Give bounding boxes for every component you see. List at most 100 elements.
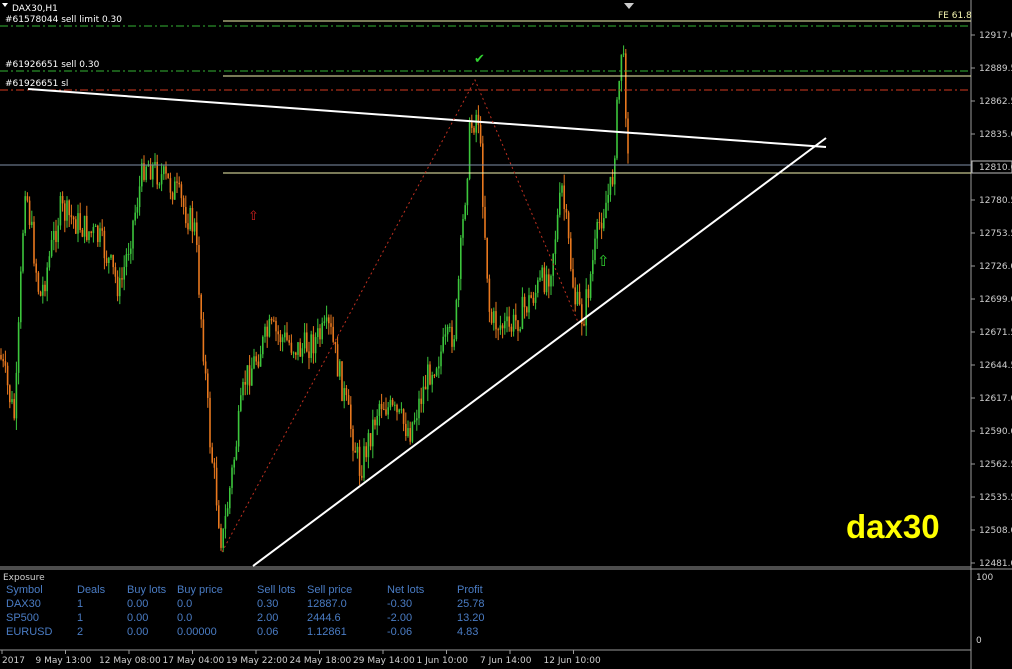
candle-body (431, 375, 433, 385)
time-tick-label: 17 May 04:00 (163, 656, 225, 666)
candle-body (376, 415, 378, 426)
exposure-header-cell[interactable]: Sell lots (257, 583, 307, 597)
exposure-cell: -0.30 (387, 598, 413, 610)
candle-body (288, 340, 290, 343)
candle-body (499, 325, 502, 330)
candle-body (215, 467, 218, 506)
candle-body (383, 409, 385, 411)
candle-body (189, 207, 191, 230)
candle-body (222, 528, 224, 548)
candle-body (554, 239, 557, 254)
candle-body (611, 176, 614, 185)
exposure-cell: 0.00 (127, 626, 149, 638)
candle-body (517, 320, 519, 331)
table-row[interactable]: DAX30 1 0.00 0.0 0.30 12887.0 -0.30 25.78 (6, 597, 517, 611)
time-tick-label: 8 May 2017 (0, 656, 25, 666)
candle-body (600, 222, 603, 229)
exposure-header-cell[interactable]: Buy lots (127, 583, 177, 597)
candle-body (583, 324, 585, 326)
candle-body (574, 287, 576, 305)
exposure-cell: 0.30 (257, 598, 279, 610)
candle-body (9, 385, 11, 403)
candle-body (325, 317, 328, 322)
candle-body (103, 230, 106, 259)
candle-body (277, 331, 279, 335)
price-tick-label: 12590.0 (979, 427, 1012, 437)
candle-body (310, 334, 312, 358)
candle-body (160, 174, 163, 185)
candle-body (266, 326, 268, 337)
candle-body (501, 325, 504, 329)
candle-body (391, 399, 394, 405)
candle-body (275, 320, 277, 332)
exposure-cell: EURUSD (6, 626, 53, 638)
candle-body (510, 326, 513, 332)
table-row[interactable]: EURUSD 2 0.00 0.00000 0.06 1.12861 -0.06 4.83 (6, 625, 517, 639)
candle-body (145, 166, 147, 180)
candle-body (512, 314, 515, 332)
candle-body (493, 311, 495, 323)
candle-body (374, 419, 376, 426)
candle-body (378, 403, 381, 416)
candle-body (211, 447, 213, 463)
candle-body (158, 184, 161, 186)
up-arrow-icon: ⇧ (597, 252, 610, 270)
candle-body (545, 274, 548, 293)
exposure-header-cell[interactable]: Buy price (177, 583, 257, 597)
candle-body (130, 248, 132, 254)
candle-body (48, 256, 51, 268)
candle-body (86, 215, 88, 241)
candle-body (537, 280, 539, 293)
exposure-header-cell[interactable]: Net lots (387, 583, 457, 597)
candle-body (352, 428, 354, 451)
time-tick-label: 24 May 18:00 (290, 656, 352, 666)
candle-body (66, 200, 68, 221)
candle-body (35, 263, 37, 273)
time-tick-label: 12 May 08:00 (99, 656, 161, 666)
candle-body (248, 365, 251, 386)
candle-body (42, 284, 44, 296)
fib-label: FE 61.8 (938, 11, 972, 21)
candle-body (317, 328, 319, 338)
candle-body (204, 361, 207, 374)
exposure-header-cell[interactable]: Symbol (6, 583, 77, 597)
price-chart[interactable]: ⇧ ⇧ ✔ 12917.0 12889.5 12862.5 12835.0 12810.0 1… (0, 0, 1012, 669)
candle-body (301, 348, 304, 357)
candle-body (101, 228, 103, 231)
candle-body (444, 334, 447, 337)
exposure-cell: DAX30 (6, 598, 41, 610)
exposure-cell: 0.06 (257, 626, 279, 638)
exposure-header-cell[interactable]: Deals (77, 583, 127, 597)
candle-body (405, 423, 407, 437)
candle-body (264, 326, 266, 337)
candle-body (187, 223, 189, 230)
candle-body (295, 352, 297, 355)
candle-body (46, 267, 48, 292)
candle-body (240, 395, 242, 411)
exposure-header-cell[interactable]: Profit (457, 583, 517, 597)
exposure-cell: 1.12861 (307, 626, 347, 638)
candle-body (138, 186, 141, 208)
candle-body (482, 143, 484, 207)
candle-body (435, 368, 438, 376)
exposure-header-row: Symbol Deals Buy lots Buy price Sell lots Sel… (6, 583, 517, 597)
candle-body (68, 200, 70, 216)
time-tick-label: 7 Jun 14:00 (480, 656, 532, 666)
candle-body (387, 407, 389, 415)
candle-body (61, 196, 64, 204)
candle-body (198, 244, 200, 295)
candle-body (587, 289, 590, 298)
exposure-header-cell[interactable]: Sell price (307, 583, 387, 597)
candle-body (457, 278, 460, 301)
exposure-cell: 0.00 (127, 598, 149, 610)
candle-body (75, 219, 77, 234)
candle-body (402, 409, 405, 424)
candle-body (486, 237, 488, 279)
candle-body (226, 508, 229, 517)
exposure-cell: 25.78 (457, 598, 485, 610)
candle-body (409, 428, 411, 442)
candle-body (321, 322, 323, 340)
candle-body (334, 341, 337, 345)
candle-body (526, 307, 528, 313)
table-row[interactable]: SP500 1 0.00 0.0 2.00 2444.6 -2.00 13.20 (6, 611, 517, 625)
